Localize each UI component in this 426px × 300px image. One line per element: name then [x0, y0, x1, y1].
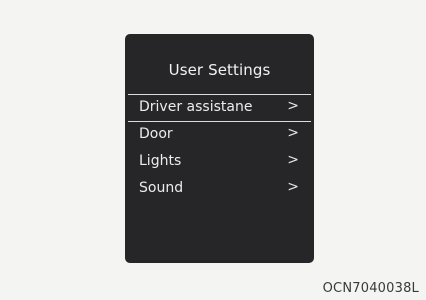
panel-title: User Settings [168, 61, 271, 79]
chevron-right-icon: > [287, 152, 299, 168]
figure-code: OCN7040038L [322, 281, 419, 296]
menu-item-sound[interactable]: Sound > [125, 176, 314, 203]
settings-menu: Driver assistane > Door > Lights > Sound… [125, 94, 314, 203]
chevron-right-icon: > [287, 125, 299, 141]
menu-item-label: Lights [139, 153, 182, 169]
chevron-right-icon: > [287, 98, 299, 114]
menu-item-lights[interactable]: Lights > [125, 149, 314, 176]
chevron-right-icon: > [287, 179, 299, 195]
menu-item-label: Driver assistane [139, 99, 253, 115]
menu-item-label: Door [139, 126, 173, 142]
menu-item-driver-assistance[interactable]: Driver assistane > [128, 94, 311, 122]
menu-item-door[interactable]: Door > [125, 122, 314, 149]
menu-item-label: Sound [139, 180, 184, 196]
settings-display-panel: User Settings Driver assistane > Door > … [125, 34, 314, 263]
